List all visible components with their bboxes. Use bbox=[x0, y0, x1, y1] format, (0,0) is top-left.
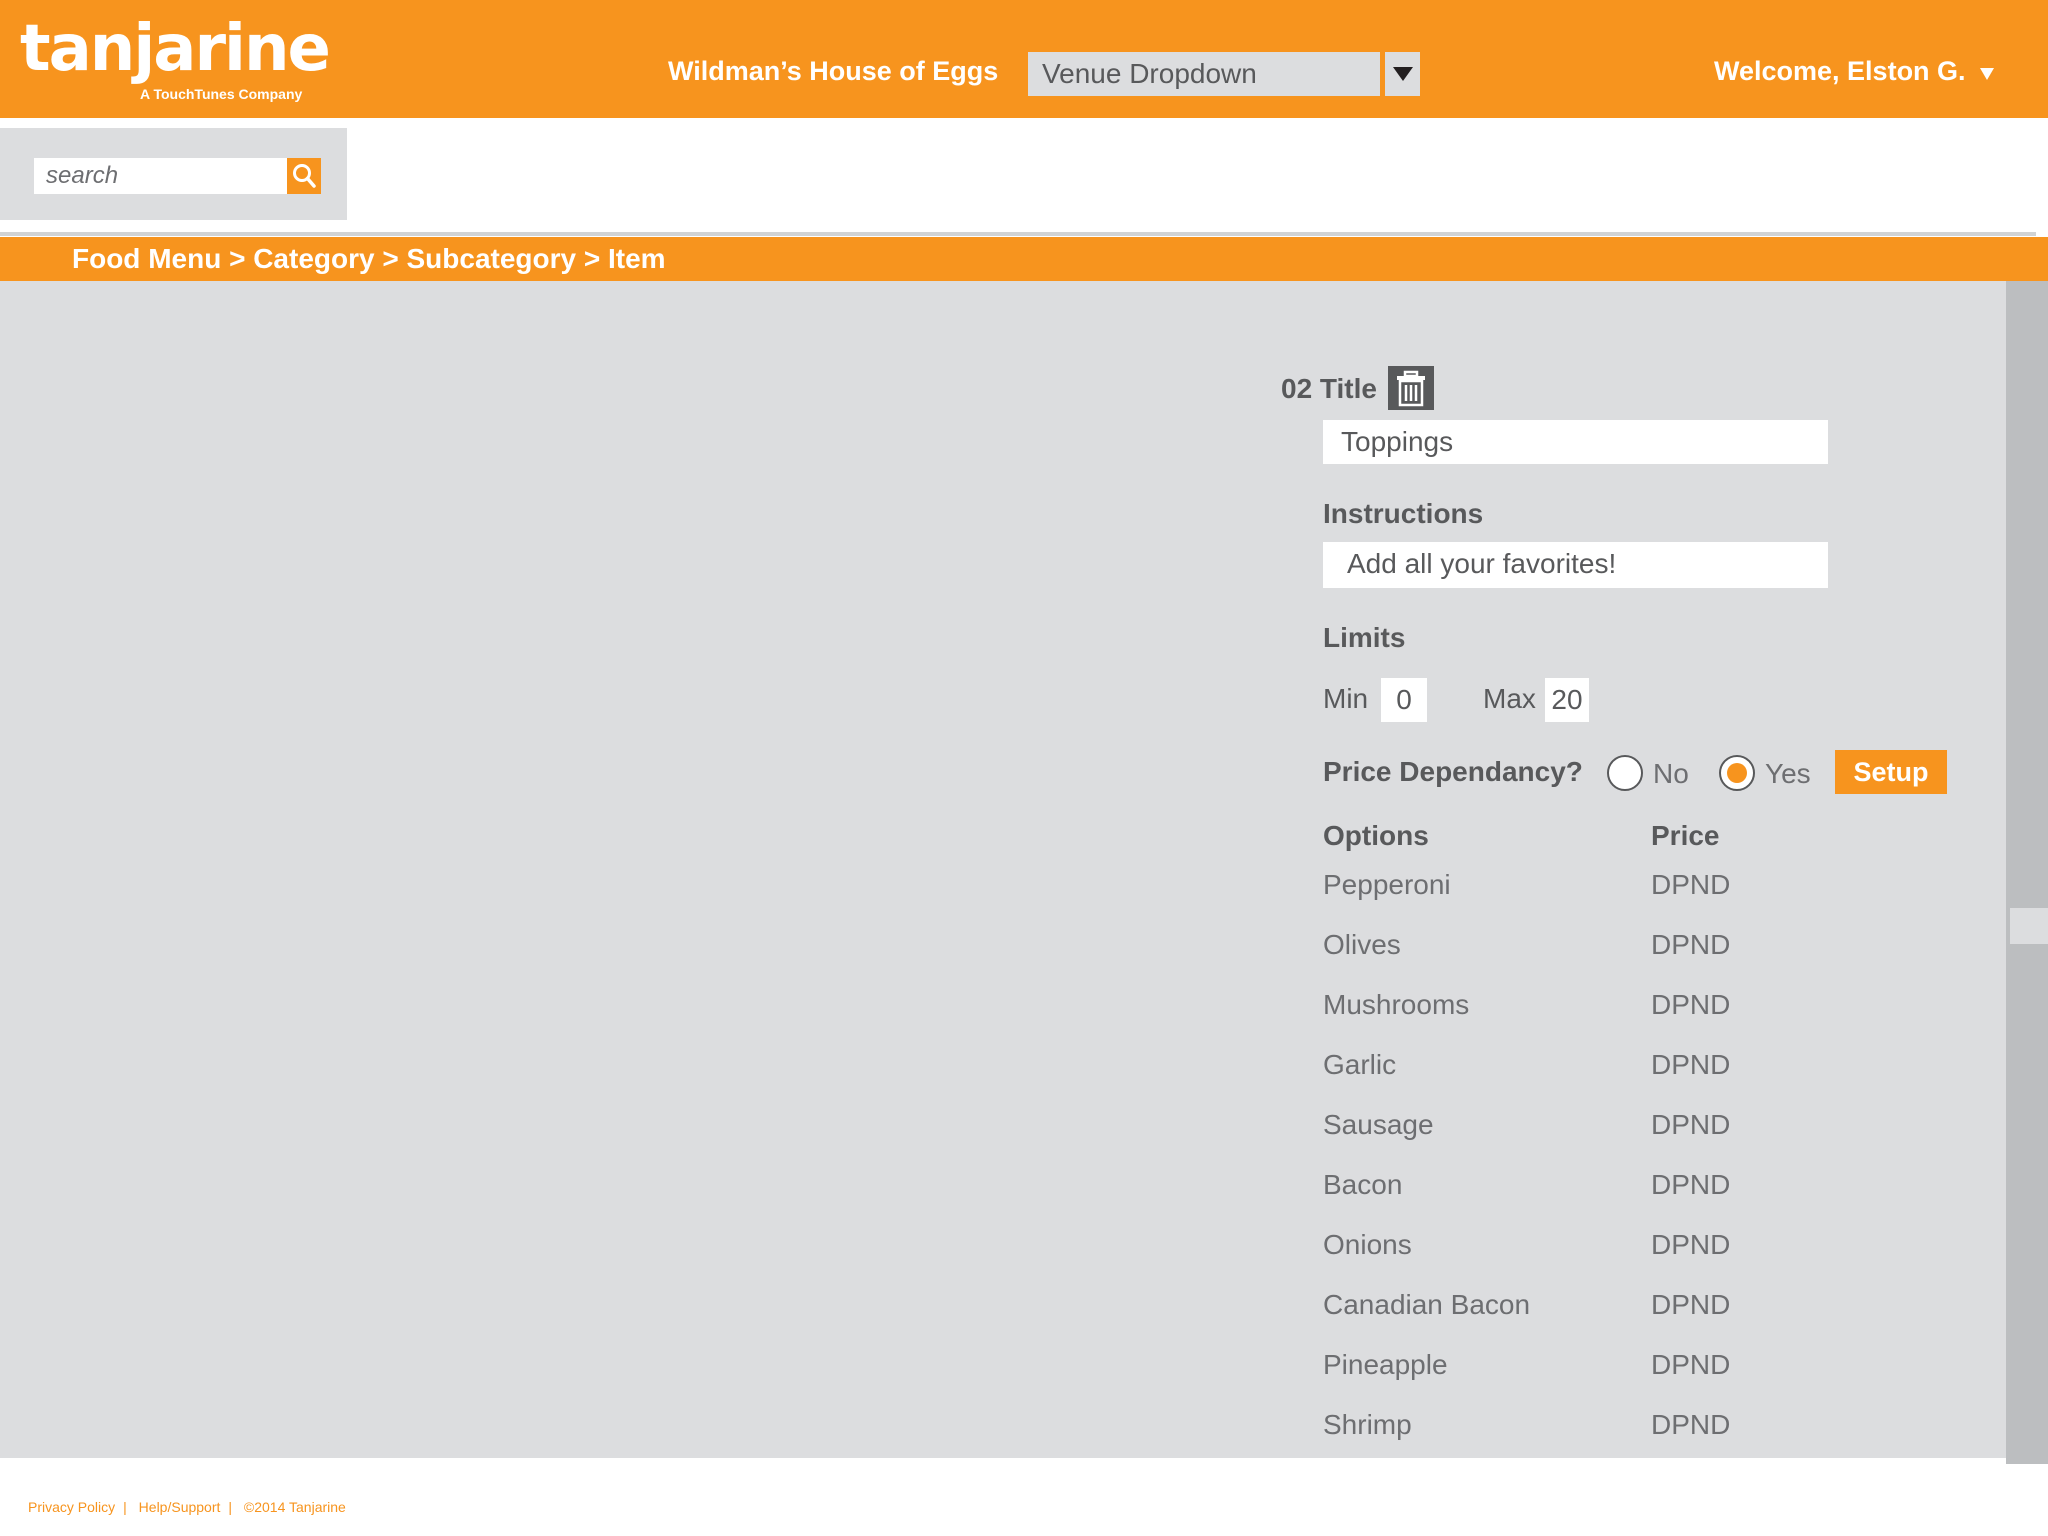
search-icon bbox=[293, 164, 316, 188]
option-row[interactable]: Sausage DPND bbox=[1323, 1109, 1923, 1149]
option-name: Canadian Bacon bbox=[1323, 1289, 1531, 1320]
venue-name: Wildman’s House of Eggs bbox=[668, 56, 999, 86]
option-row[interactable]: Olives DPND bbox=[1323, 929, 1923, 969]
option-price: DPND bbox=[1651, 1229, 1731, 1260]
price-dependancy-no-radio[interactable] bbox=[1607, 755, 1643, 791]
options-header: Options bbox=[1323, 820, 1429, 851]
option-price: DPND bbox=[1651, 1169, 1731, 1200]
price-header: Price bbox=[1651, 820, 1720, 851]
logo-tagline: A TouchTunes Company bbox=[140, 86, 303, 102]
option-row[interactable]: Shrimp DPND bbox=[1323, 1409, 1923, 1449]
copyright: ©2014 Tanjarine bbox=[243, 1499, 346, 1515]
option-name: Pineapple bbox=[1323, 1349, 1448, 1380]
option-price: DPND bbox=[1651, 1049, 1731, 1080]
scrollbar-thumb[interactable] bbox=[2010, 908, 2048, 944]
option-row[interactable]: Onions DPND bbox=[1323, 1229, 1923, 1269]
option-name: Olives bbox=[1323, 929, 1401, 960]
option-name: Shrimp bbox=[1323, 1409, 1412, 1440]
logo-trademark: ™ bbox=[296, 38, 305, 48]
privacy-policy-link[interactable]: Privacy Policy bbox=[28, 1499, 115, 1515]
yes-label: Yes bbox=[1765, 758, 1811, 789]
user-menu[interactable]: Welcome, Elston G. bbox=[1714, 56, 1966, 87]
no-label: No bbox=[1653, 758, 1689, 789]
option-price: DPND bbox=[1651, 869, 1731, 900]
option-price: DPND bbox=[1651, 1349, 1731, 1380]
option-group-title-label: 02 Title bbox=[1281, 373, 1377, 404]
option-row[interactable]: Pepperoni DPND bbox=[1323, 869, 1923, 909]
venue-dropdown[interactable]: Venue Dropdown bbox=[1028, 52, 1380, 96]
search-button[interactable] bbox=[287, 158, 321, 194]
caret-down-icon[interactable] bbox=[1980, 68, 1994, 80]
setup-button[interactable]: Setup bbox=[1835, 750, 1947, 794]
option-name: Pepperoni bbox=[1323, 869, 1451, 900]
option-row[interactable]: Garlic DPND bbox=[1323, 1049, 1923, 1089]
option-price: DPND bbox=[1651, 989, 1731, 1020]
header-divider bbox=[0, 232, 2036, 236]
vertical-scrollbar[interactable] bbox=[2006, 281, 2048, 1464]
option-name: Onions bbox=[1323, 1229, 1412, 1260]
option-name: Mushrooms bbox=[1323, 989, 1470, 1020]
price-dependancy-label: Price Dependancy? bbox=[1323, 756, 1583, 787]
top-header: tanjarine A TouchTunes Company ™ Wildman… bbox=[0, 0, 2048, 118]
footer-separator: | bbox=[228, 1499, 233, 1515]
footer-separator: | bbox=[123, 1499, 127, 1515]
option-name: Sausage bbox=[1323, 1109, 1434, 1140]
breadcrumb[interactable]: Food Menu > Category > Subcategory > Ite… bbox=[72, 243, 666, 275]
option-row[interactable]: Mushrooms DPND bbox=[1323, 989, 1923, 1029]
instructions-field[interactable]: Add all your favorites! bbox=[1323, 542, 1828, 588]
max-field[interactable]: 20 bbox=[1545, 678, 1589, 722]
help-support-link[interactable]: Help/Support bbox=[139, 1499, 221, 1515]
option-price: DPND bbox=[1651, 1409, 1731, 1440]
footer: Privacy Policy | Help/Support | ©2014 Tanj… bbox=[28, 1499, 354, 1515]
option-price: DPND bbox=[1651, 929, 1731, 960]
instructions-label: Instructions bbox=[1323, 498, 1484, 529]
title-field[interactable]: Toppings bbox=[1323, 420, 1828, 464]
option-row[interactable]: Canadian Bacon DPND bbox=[1323, 1289, 1923, 1329]
option-row[interactable]: Bacon DPND bbox=[1323, 1169, 1923, 1209]
limits-label: Limits bbox=[1323, 622, 1406, 653]
logo-wordmark: tanjarine bbox=[20, 12, 331, 86]
option-price: DPND bbox=[1651, 1109, 1731, 1140]
dropdown-arrow-icon[interactable] bbox=[1385, 52, 1420, 96]
min-field[interactable]: 0 bbox=[1381, 678, 1427, 722]
search-input[interactable] bbox=[34, 158, 287, 194]
price-dependancy-yes-radio[interactable] bbox=[1719, 755, 1755, 791]
delete-button[interactable] bbox=[1388, 366, 1434, 410]
trash-icon bbox=[1397, 370, 1425, 407]
max-label: Max bbox=[1483, 683, 1536, 714]
option-price: DPND bbox=[1651, 1289, 1731, 1320]
option-name: Bacon bbox=[1323, 1169, 1403, 1200]
min-label: Min bbox=[1323, 683, 1369, 714]
option-row[interactable]: Pineapple DPND bbox=[1323, 1349, 1923, 1389]
option-name: Garlic bbox=[1323, 1049, 1397, 1080]
tanjarine-logo[interactable]: tanjarine A TouchTunes Company ™ bbox=[20, 12, 331, 102]
